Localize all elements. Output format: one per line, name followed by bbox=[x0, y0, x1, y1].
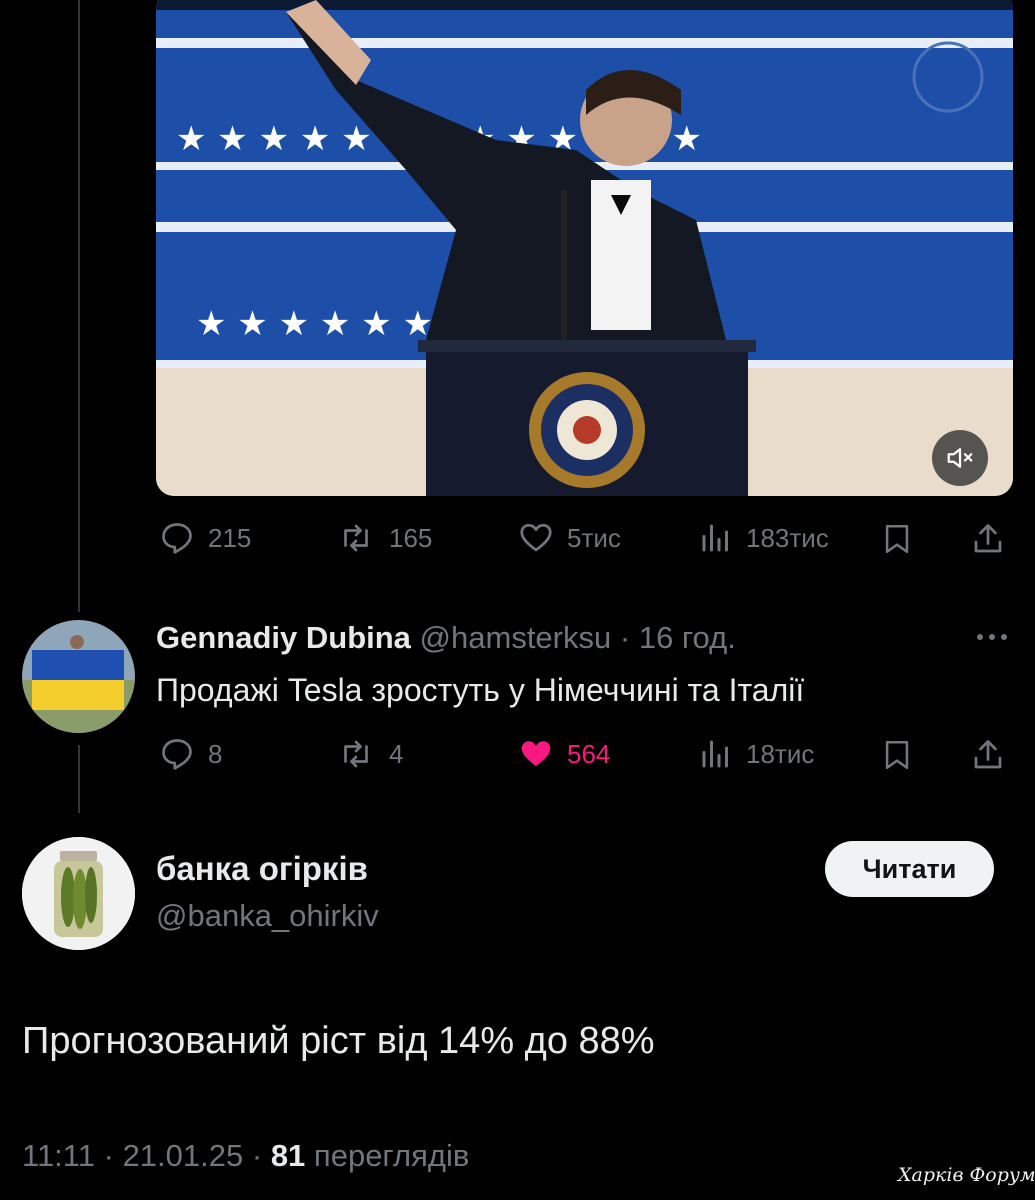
retweet-action[interactable]: 165 bbox=[335, 520, 432, 556]
retweet-icon bbox=[344, 740, 368, 768]
views-chart-icon bbox=[702, 524, 728, 552]
reply-icon bbox=[162, 739, 192, 770]
reply-icon bbox=[162, 523, 192, 554]
tweet-video[interactable]: ★ ★ ★ ★ ★ ★ ★ ★ ★ ★ ★ ★ ★ ★ ★ ★ ★ ★ ★ ★ … bbox=[156, 0, 1013, 496]
share-icon bbox=[974, 524, 1002, 553]
follow-button[interactable]: Читати bbox=[825, 841, 994, 897]
reply-reply-count: 8 bbox=[208, 738, 223, 769]
bookmark-icon bbox=[885, 740, 909, 770]
meta-separator-2: · bbox=[251, 1138, 263, 1173]
reply-views-count: 18тис bbox=[746, 738, 815, 769]
bookmark-button[interactable] bbox=[880, 520, 914, 563]
avatar-gennadiy[interactable] bbox=[22, 620, 135, 733]
heart-filled-icon bbox=[521, 741, 551, 766]
reply-time[interactable]: 16 год. bbox=[639, 620, 736, 655]
thread-line-bottom bbox=[78, 745, 80, 813]
reply-count: 215 bbox=[208, 522, 252, 553]
reply-text: Продажі Tesla зростуть у Німеччині та Іт… bbox=[156, 672, 805, 708]
views-count: 183тис bbox=[746, 522, 829, 553]
reply-share-button[interactable] bbox=[970, 736, 1006, 779]
reply-handle[interactable]: @hamsterksu bbox=[420, 620, 612, 655]
watermark: Харків Форум bbox=[898, 1164, 1035, 1186]
reply-like-action[interactable]: 564 bbox=[517, 736, 610, 772]
reply-bookmark-button[interactable] bbox=[880, 736, 914, 779]
reply-views-action[interactable]: 18тис bbox=[698, 736, 814, 772]
author-handle[interactable]: @banka_ohirkiv bbox=[156, 898, 379, 934]
more-options-button[interactable] bbox=[972, 622, 1012, 652]
avatar-banka[interactable] bbox=[22, 837, 135, 950]
tweet-text: Прогнозований ріст від 14% до 88% bbox=[22, 1020, 655, 1062]
pickle-jar-icon bbox=[22, 837, 135, 950]
like-action[interactable]: 5тис bbox=[517, 520, 621, 556]
share-icon bbox=[974, 740, 1002, 769]
like-count: 5тис bbox=[567, 522, 621, 553]
reply-action[interactable]: 215 bbox=[158, 520, 251, 556]
views-count-number: 81 bbox=[270, 1138, 306, 1173]
thread-line-top bbox=[78, 0, 80, 612]
views-chart-icon bbox=[702, 740, 728, 768]
share-button[interactable] bbox=[970, 520, 1006, 563]
author-display-name[interactable]: банка огірків bbox=[156, 850, 368, 888]
meta-separator-1: · bbox=[103, 1138, 114, 1173]
views-label: переглядів bbox=[313, 1138, 470, 1173]
more-dots-icon bbox=[977, 634, 1007, 640]
heart-icon bbox=[520, 523, 552, 552]
reply-header: Gennadiy Dubina @hamsterksu · 16 год. bbox=[156, 620, 736, 656]
reply-display-name[interactable]: Gennadiy Dubina bbox=[156, 620, 411, 655]
reply-reply-action[interactable]: 8 bbox=[158, 736, 222, 772]
tweet-meta: 11:11 · 21.01.25 · 81 переглядів bbox=[22, 1138, 469, 1174]
reply-retweet-action[interactable]: 4 bbox=[335, 736, 403, 772]
reply-separator: · bbox=[619, 620, 631, 655]
reply-like-count: 564 bbox=[567, 738, 611, 769]
avatar-image bbox=[22, 620, 135, 733]
retweet-icon bbox=[344, 524, 368, 552]
retweet-count: 165 bbox=[389, 522, 433, 553]
reply-retweet-count: 4 bbox=[389, 738, 404, 769]
tweet-time[interactable]: 11:11 bbox=[22, 1138, 95, 1173]
tweet-date[interactable]: 21.01.25 bbox=[123, 1138, 244, 1173]
views-action[interactable]: 183тис bbox=[698, 520, 829, 556]
mute-button[interactable] bbox=[932, 430, 988, 486]
video-frame-image: ★ ★ ★ ★ ★ ★ ★ ★ ★ ★ ★ ★ ★ ★ ★ ★ ★ ★ ★ ★ … bbox=[156, 0, 1013, 496]
volume-muted-icon bbox=[947, 448, 973, 468]
bookmark-icon bbox=[885, 524, 909, 554]
